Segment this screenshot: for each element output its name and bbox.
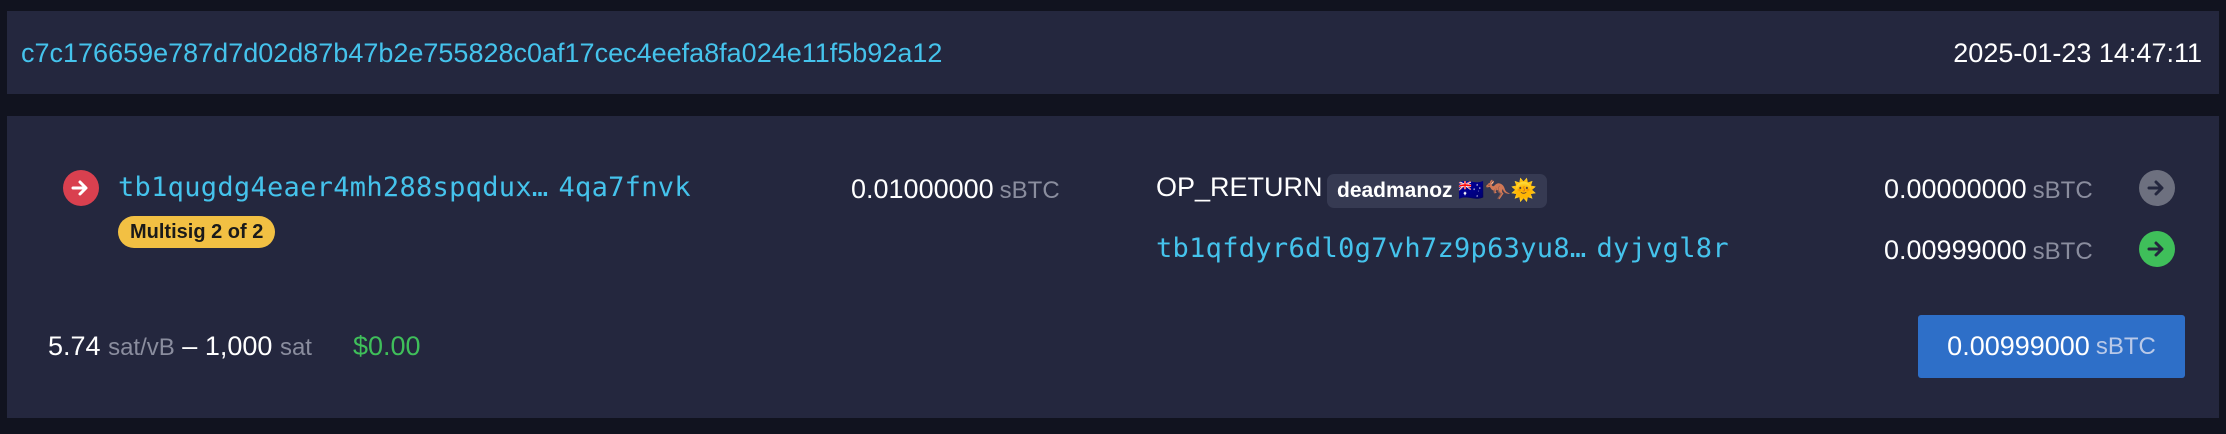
total-amount-unit: sBTC: [2095, 332, 2156, 360]
output-1-arrow-icon: [2139, 170, 2175, 206]
fee-unit: sat: [279, 334, 312, 361]
fee-info: 5.74 sat/vB – 1,000 sat: [48, 331, 312, 362]
total-amount-button[interactable]: 0.00999000 sBTC: [1918, 315, 2185, 378]
output-2-amount-value: 0.00999000: [1884, 235, 2027, 265]
output-2-address-start: tb1qfdyr6dl0g7vh7z9p63yu8…: [1156, 233, 1587, 264]
input-address-end: 4qa7fnvk: [558, 172, 691, 203]
input-amount: 0.01000000 sBTC: [851, 174, 1060, 205]
input-address-start: tb1qugdg4eaer4mh288spqdux…: [118, 172, 549, 203]
input-address-link[interactable]: tb1qugdg4eaer4mh288spqdux… 4qa7fnvk: [118, 172, 691, 203]
txid-link[interactable]: c7c176659e787d7d02d87b47b2e755828c0af17c…: [21, 38, 942, 69]
output-2-amount: 0.00999000 sBTC: [1884, 235, 2093, 266]
total-amount-value: 0.00999000: [1947, 331, 2090, 361]
transaction-body: [7, 116, 2219, 418]
fiat-value: $0.00: [353, 331, 421, 361]
fee-rate: 5.74: [48, 331, 101, 361]
output-2-address-link[interactable]: tb1qfdyr6dl0g7vh7z9p63yu8… dyjvgl8r: [1156, 233, 1729, 264]
input-amount-value: 0.01000000: [851, 174, 994, 204]
input-amount-unit: sBTC: [999, 177, 1060, 204]
fee-rate-unit: sat/vB: [108, 334, 175, 361]
op-return-data-tag: deadmanoz 🇦🇺🦘🌞: [1327, 174, 1547, 208]
input-arrow-icon[interactable]: [63, 170, 99, 206]
op-return-label: OP_RETURN: [1156, 172, 1323, 202]
output-1-amount-value: 0.00000000: [1884, 174, 2027, 204]
fee-amount: 1,000: [204, 331, 273, 361]
output-2-address-end: dyjvgl8r: [1596, 233, 1729, 264]
output-2-amount-unit: sBTC: [2032, 238, 2093, 265]
multisig-badge: Multisig 2 of 2: [118, 216, 276, 248]
fee-separator: –: [182, 331, 198, 361]
timestamp: 2025-01-23 14:47:11: [1953, 38, 2202, 68]
output-2-arrow-icon[interactable]: [2139, 231, 2175, 267]
output-1-amount: 0.00000000 sBTC: [1884, 174, 2093, 205]
output-1-amount-unit: sBTC: [2032, 177, 2093, 204]
